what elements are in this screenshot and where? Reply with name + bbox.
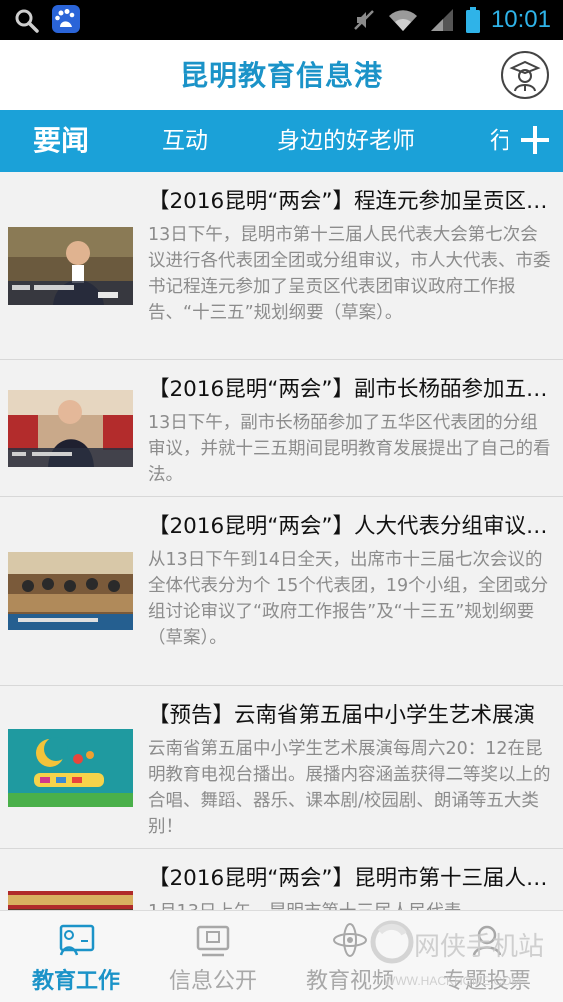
search-icon xyxy=(15,9,39,33)
status-bar: 10:01 xyxy=(0,0,563,40)
nav-label: 信息公开 xyxy=(168,969,257,994)
news-thumbnail xyxy=(8,390,133,467)
news-item[interactable]: 【2016昆明“两会”】副市长杨皕参加五华区代表团审议 13日下午，副市长杨皕参… xyxy=(0,360,563,497)
tab-good-teachers[interactable]: 身边的好老师 xyxy=(277,110,415,172)
tab-interaction[interactable]: 互动 xyxy=(162,110,208,172)
mute-icon xyxy=(354,10,374,30)
news-summary: 13日下午，昆明市第十三届人民代表大会第七次会议进行各代表团全团或分组审议，市人… xyxy=(148,225,551,323)
news-item[interactable]: 【预告】云南省第五届中小学生艺术展演 云南省第五届中小学生艺术展演每周六20：1… xyxy=(0,686,563,849)
news-summary: 1月13日上午，昆明市第十三届人民代表 xyxy=(148,899,555,910)
news-list[interactable]: 【2016昆明“两会”】程连元参加呈贡区代表团审议 13日下午，昆明市第十三届人… xyxy=(0,172,563,910)
nav-education-work[interactable]: 教育工作 xyxy=(6,911,146,1002)
clock-time: 10:01 xyxy=(490,6,551,33)
news-title[interactable]: 【2016昆明“两会”】副市长杨皕参加五华区代表团审议 xyxy=(148,372,548,403)
tab-more[interactable]: 行 xyxy=(490,110,508,172)
watermark-url: WWW.HACKHOME.COM xyxy=(384,974,522,988)
watermark: 网侠手机站 WWW.HACKHOME.COM xyxy=(370,912,560,1002)
tab-headlines[interactable]: 要闻 xyxy=(33,110,89,172)
news-title[interactable]: 【2016昆明“两会”】人大代表分组审议政府工作报告 xyxy=(148,509,548,540)
news-thumbnail xyxy=(8,227,133,305)
news-title[interactable]: 【2016昆明“两会”】昆明市第十三届人民代表大会 xyxy=(148,861,548,892)
news-summary: 从13日下午到14日全天，出席市十三届七次会议的全体代表分为个 15个代表团，1… xyxy=(148,550,549,648)
user-avatar-button[interactable] xyxy=(501,51,549,99)
user-avatar-icon xyxy=(509,60,541,92)
news-thumbnail xyxy=(8,552,133,630)
app-screen: 10:01 昆明教育信息港 要闻 互动 身边的好老师 行 【2016昆明“两会”… xyxy=(0,0,563,1002)
page-title: 昆明教育信息港 xyxy=(179,59,383,92)
battery-icon xyxy=(465,7,480,33)
wifi-icon xyxy=(388,10,417,32)
tab-scroller[interactable]: 要闻 互动 身边的好老师 行 xyxy=(0,110,508,172)
news-thumbnail xyxy=(8,891,133,910)
info-public-icon xyxy=(196,925,230,957)
nav-label: 教育工作 xyxy=(31,969,120,994)
plus-icon[interactable] xyxy=(515,120,555,160)
watermark-text: 网侠手机站 xyxy=(414,932,545,962)
news-thumbnail xyxy=(8,729,133,807)
education-video-icon xyxy=(333,923,367,957)
status-indicators: 10:01 xyxy=(351,4,551,36)
news-title[interactable]: 【2016昆明“两会”】程连元参加呈贡区代表团审议 xyxy=(148,184,548,215)
news-title[interactable]: 【预告】云南省第五届中小学生艺术展演 xyxy=(148,698,548,729)
education-work-icon xyxy=(59,924,95,956)
news-item[interactable]: 【2016昆明“两会”】人大代表分组审议政府工作报告 从13日下午到14日全天，… xyxy=(0,497,563,686)
app-header: 昆明教育信息港 xyxy=(0,40,563,110)
news-summary: 云南省第五届中小学生艺术展演每周六20：12在昆明教育电视台播出。展播内容涵盖获… xyxy=(148,739,551,837)
news-item[interactable]: 【2016昆明“两会”】程连元参加呈贡区代表团审议 13日下午，昆明市第十三届人… xyxy=(0,172,563,360)
news-item[interactable]: 【2016昆明“两会”】昆明市第十三届人民代表大会 1月13日上午，昆明市第十三… xyxy=(0,849,563,910)
news-summary: 13日下午，副市长杨皕参加了五华区代表团的分组审议，并就十三五期间昆明教育发展提… xyxy=(148,413,551,485)
baidu-app-icon xyxy=(52,5,80,33)
nav-info-public[interactable]: 信息公开 xyxy=(143,911,283,1002)
signal-icon xyxy=(430,9,453,31)
watermark-logo-icon xyxy=(370,920,414,964)
category-tab-bar: 要闻 互动 身边的好老师 行 xyxy=(0,110,563,172)
